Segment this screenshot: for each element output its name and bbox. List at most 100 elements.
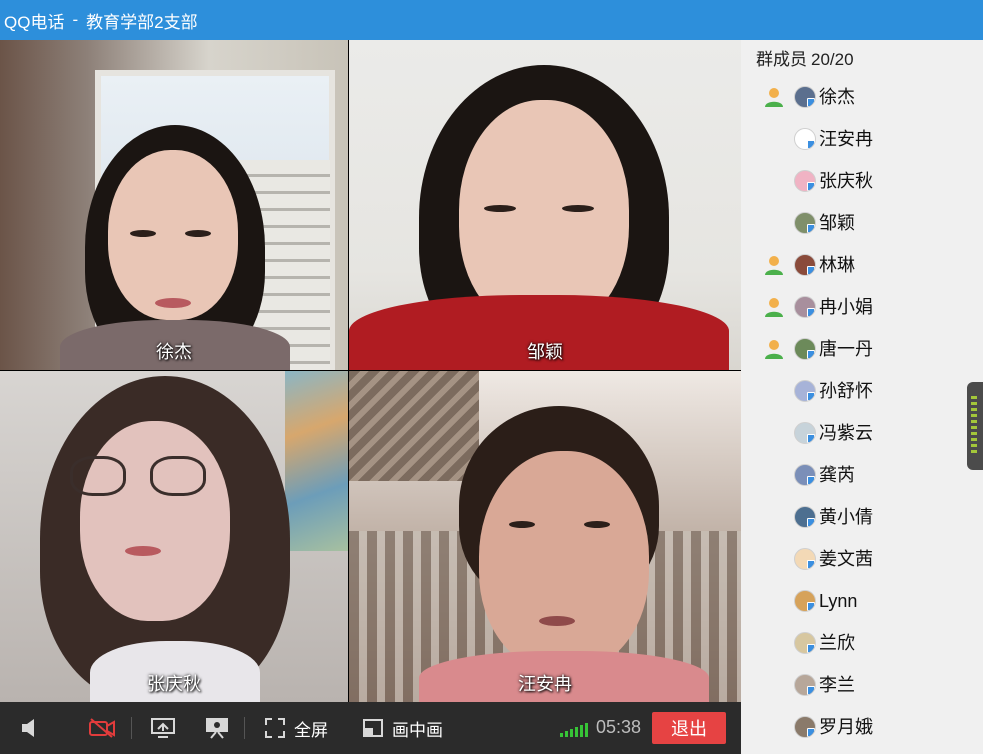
participant-name: 邹颖 bbox=[527, 342, 563, 362]
call-toolbar: 全屏 画中画 05:38 退出 bbox=[0, 702, 741, 754]
avatar bbox=[794, 254, 816, 276]
glasses bbox=[150, 456, 206, 496]
avatar bbox=[794, 338, 816, 360]
title-bar: QQ电话 - 教育学部2支部 bbox=[0, 0, 983, 40]
picture-in-picture-button[interactable]: 画中画 bbox=[362, 702, 452, 754]
mobile-badge-icon bbox=[807, 266, 815, 275]
app-name: QQ电话 bbox=[4, 12, 65, 32]
avatar bbox=[794, 464, 816, 486]
participant-name: 徐杰 bbox=[156, 342, 192, 362]
member-row[interactable]: 孙舒怀 bbox=[741, 370, 983, 412]
member-name: 龚芮 bbox=[819, 465, 855, 485]
eye bbox=[185, 230, 211, 237]
member-row[interactable]: 张庆秋 bbox=[741, 160, 983, 202]
avatar bbox=[794, 170, 816, 192]
video-tile[interactable]: 汪安冉 bbox=[349, 371, 741, 702]
member-name: 冯紫云 bbox=[819, 423, 873, 443]
fullscreen-button[interactable]: 全屏 bbox=[264, 702, 334, 754]
member-name: 姜文茜 bbox=[819, 549, 873, 569]
member-name: 黄小倩 bbox=[819, 507, 873, 527]
face bbox=[479, 451, 649, 671]
member-name: 冉小娟 bbox=[819, 297, 873, 317]
participant-name: 汪安冉 bbox=[518, 674, 572, 694]
presentation-button[interactable] bbox=[200, 702, 234, 754]
speaker-button[interactable] bbox=[14, 702, 46, 754]
member-name: 李兰 bbox=[819, 675, 855, 695]
member-name: 孙舒怀 bbox=[819, 381, 873, 401]
member-row[interactable]: 姜文茜 bbox=[741, 538, 983, 580]
fullscreen-icon bbox=[265, 718, 285, 738]
presentation-icon bbox=[206, 718, 228, 739]
member-row[interactable]: 林琳 bbox=[741, 244, 983, 286]
member-row[interactable]: 龚芮 bbox=[741, 454, 983, 496]
eye bbox=[562, 205, 594, 212]
member-panel-title: 群成员 20/20 bbox=[756, 45, 854, 70]
member-row[interactable]: 兰欣 bbox=[741, 622, 983, 664]
glasses bbox=[70, 456, 126, 496]
avatar bbox=[794, 674, 816, 696]
pip-label: 画中画 bbox=[392, 720, 443, 740]
member-name: 罗月娥 bbox=[819, 717, 873, 737]
member-row[interactable]: 唐一丹 bbox=[741, 328, 983, 370]
mobile-badge-icon bbox=[807, 98, 815, 107]
speaking-user-icon bbox=[763, 296, 785, 318]
camera-off-icon bbox=[89, 718, 115, 738]
member-row[interactable]: 冉小娟 bbox=[741, 286, 983, 328]
member-name: 徐杰 bbox=[819, 87, 855, 107]
member-name: 张庆秋 bbox=[819, 171, 873, 191]
avatar bbox=[794, 590, 816, 612]
member-name: 兰欣 bbox=[819, 633, 855, 653]
toolbar-divider bbox=[131, 717, 132, 739]
member-row[interactable]: 邹颖 bbox=[741, 202, 983, 244]
eye bbox=[130, 230, 156, 237]
mobile-badge-icon bbox=[807, 350, 815, 359]
avatar bbox=[794, 86, 816, 108]
mobile-badge-icon bbox=[807, 392, 815, 401]
camera-toggle-button[interactable] bbox=[84, 702, 120, 754]
screen-share-icon bbox=[151, 718, 175, 738]
video-grid: 徐杰 邹颖 张庆秋 汪安冉 bbox=[0, 40, 741, 702]
mobile-badge-icon bbox=[807, 560, 815, 569]
member-row[interactable]: 罗月娥 bbox=[741, 706, 983, 748]
exit-call-button[interactable]: 退出 bbox=[652, 712, 726, 744]
member-row[interactable]: 李兰 bbox=[741, 664, 983, 706]
member-name: Lynn bbox=[819, 591, 858, 611]
volume-meter-handle[interactable] bbox=[967, 382, 983, 470]
member-row[interactable]: 冯紫云 bbox=[741, 412, 983, 454]
video-tile[interactable]: 邹颖 bbox=[349, 40, 741, 370]
avatar bbox=[794, 128, 816, 150]
member-name: 邹颖 bbox=[819, 213, 855, 233]
mobile-badge-icon bbox=[807, 434, 815, 443]
video-tile[interactable]: 徐杰 bbox=[0, 40, 348, 370]
member-row[interactable]: 黄小倩 bbox=[741, 496, 983, 538]
avatar bbox=[794, 632, 816, 654]
member-list: 徐杰汪安冉张庆秋邹颖林琳冉小娟唐一丹孙舒怀冯紫云龚芮黄小倩姜文茜 Lynn 兰欣李兰… bbox=[741, 76, 983, 748]
call-timer: 05:38 bbox=[596, 717, 642, 737]
screen-share-button[interactable] bbox=[146, 702, 180, 754]
picture-in-picture-icon bbox=[363, 719, 383, 737]
mobile-badge-icon bbox=[807, 602, 815, 611]
face bbox=[80, 421, 230, 621]
video-tile[interactable]: 张庆秋 bbox=[0, 371, 348, 702]
mouth bbox=[125, 546, 161, 556]
mobile-badge-icon bbox=[807, 224, 815, 233]
group-name: 教育学部2支部 bbox=[86, 12, 198, 32]
mobile-badge-icon bbox=[807, 308, 815, 317]
avatar bbox=[794, 212, 816, 234]
mobile-badge-icon bbox=[807, 140, 815, 149]
mobile-badge-icon bbox=[807, 476, 815, 485]
eye bbox=[484, 205, 516, 212]
fullscreen-label: 全屏 bbox=[294, 720, 328, 740]
face bbox=[108, 150, 238, 320]
mobile-badge-icon bbox=[807, 518, 815, 527]
member-row[interactable]: 汪安冉 bbox=[741, 118, 983, 160]
colorful-cloth-background bbox=[285, 371, 348, 551]
member-row[interactable]: Lynn bbox=[741, 580, 983, 622]
speaking-user-icon bbox=[763, 254, 785, 276]
mobile-badge-icon bbox=[807, 182, 815, 191]
participant-name: 张庆秋 bbox=[147, 674, 201, 694]
roof-background bbox=[349, 371, 479, 481]
member-name: 唐一丹 bbox=[819, 339, 873, 359]
member-row[interactable]: 徐杰 bbox=[741, 76, 983, 118]
volume-level-bars bbox=[971, 396, 977, 456]
